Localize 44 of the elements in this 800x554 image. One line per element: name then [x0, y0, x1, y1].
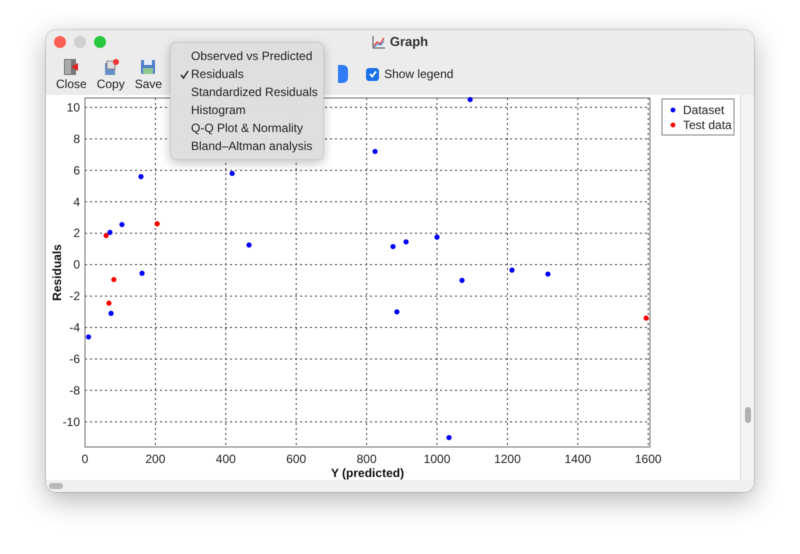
y-tick-label: -10	[62, 414, 80, 429]
y-axis-title: Residuals	[50, 244, 64, 301]
menu-item[interactable]: Observed vs Predicted	[171, 47, 323, 65]
menu-item[interactable]: Bland–Altman analysis	[171, 137, 323, 155]
horizontal-scrollbar[interactable]	[46, 480, 754, 492]
y-tick-label: 4	[73, 194, 80, 209]
menu-item[interactable]: Histogram	[171, 101, 323, 119]
chart-type-popup-button[interactable]	[338, 65, 348, 83]
y-tick-label: -4	[69, 320, 80, 335]
vertical-scrollbar[interactable]	[740, 95, 754, 480]
close-window-button[interactable]	[54, 36, 66, 48]
menu-item[interactable]: Q-Q Plot & Normality	[171, 119, 323, 137]
menu-item[interactable]: Residuals	[171, 65, 323, 83]
door-icon	[62, 58, 80, 76]
x-tick-label: 1600	[634, 452, 662, 466]
legend-label: Dataset	[683, 103, 724, 117]
y-tick-label: 8	[73, 132, 80, 146]
x-tick-label: 0	[82, 452, 88, 466]
y-tick-label: 6	[73, 163, 80, 178]
legend-label: Test data	[683, 118, 732, 132]
x-tick-label: 800	[356, 452, 377, 466]
toolbar-button[interactable]: Close	[52, 58, 91, 90]
checkmark-icon	[368, 69, 378, 79]
x-axis-title: Y (predicted)	[330, 466, 404, 480]
x-tick-label: 200	[145, 452, 166, 466]
y-tick-label: -6	[69, 352, 80, 366]
y-tick-label: -8	[69, 383, 80, 398]
x-tick-label: 1400	[564, 452, 592, 466]
window-title: Graph	[390, 34, 428, 49]
toolbar-button[interactable]: Copy	[92, 58, 129, 90]
zoom-window-button[interactable]	[94, 36, 106, 48]
x-tick-label: 600	[286, 452, 306, 466]
chart-icon	[372, 34, 386, 48]
minimize-window-button[interactable]	[74, 36, 86, 48]
y-tick-label: 2	[73, 226, 80, 240]
toolbar-button[interactable]: Save	[130, 58, 166, 90]
x-tick-label: 400	[216, 452, 236, 466]
y-tick-label: 0	[73, 258, 80, 272]
show-legend-checkbox[interactable]: Show legend	[366, 67, 454, 81]
y-tick-label: -2	[69, 289, 80, 304]
x-tick-label: 1000	[424, 452, 450, 466]
y-tick-label: 10	[66, 100, 80, 114]
menu-item[interactable]: Standardized Residuals	[171, 83, 323, 101]
x-tick-label: 1200	[494, 452, 521, 466]
